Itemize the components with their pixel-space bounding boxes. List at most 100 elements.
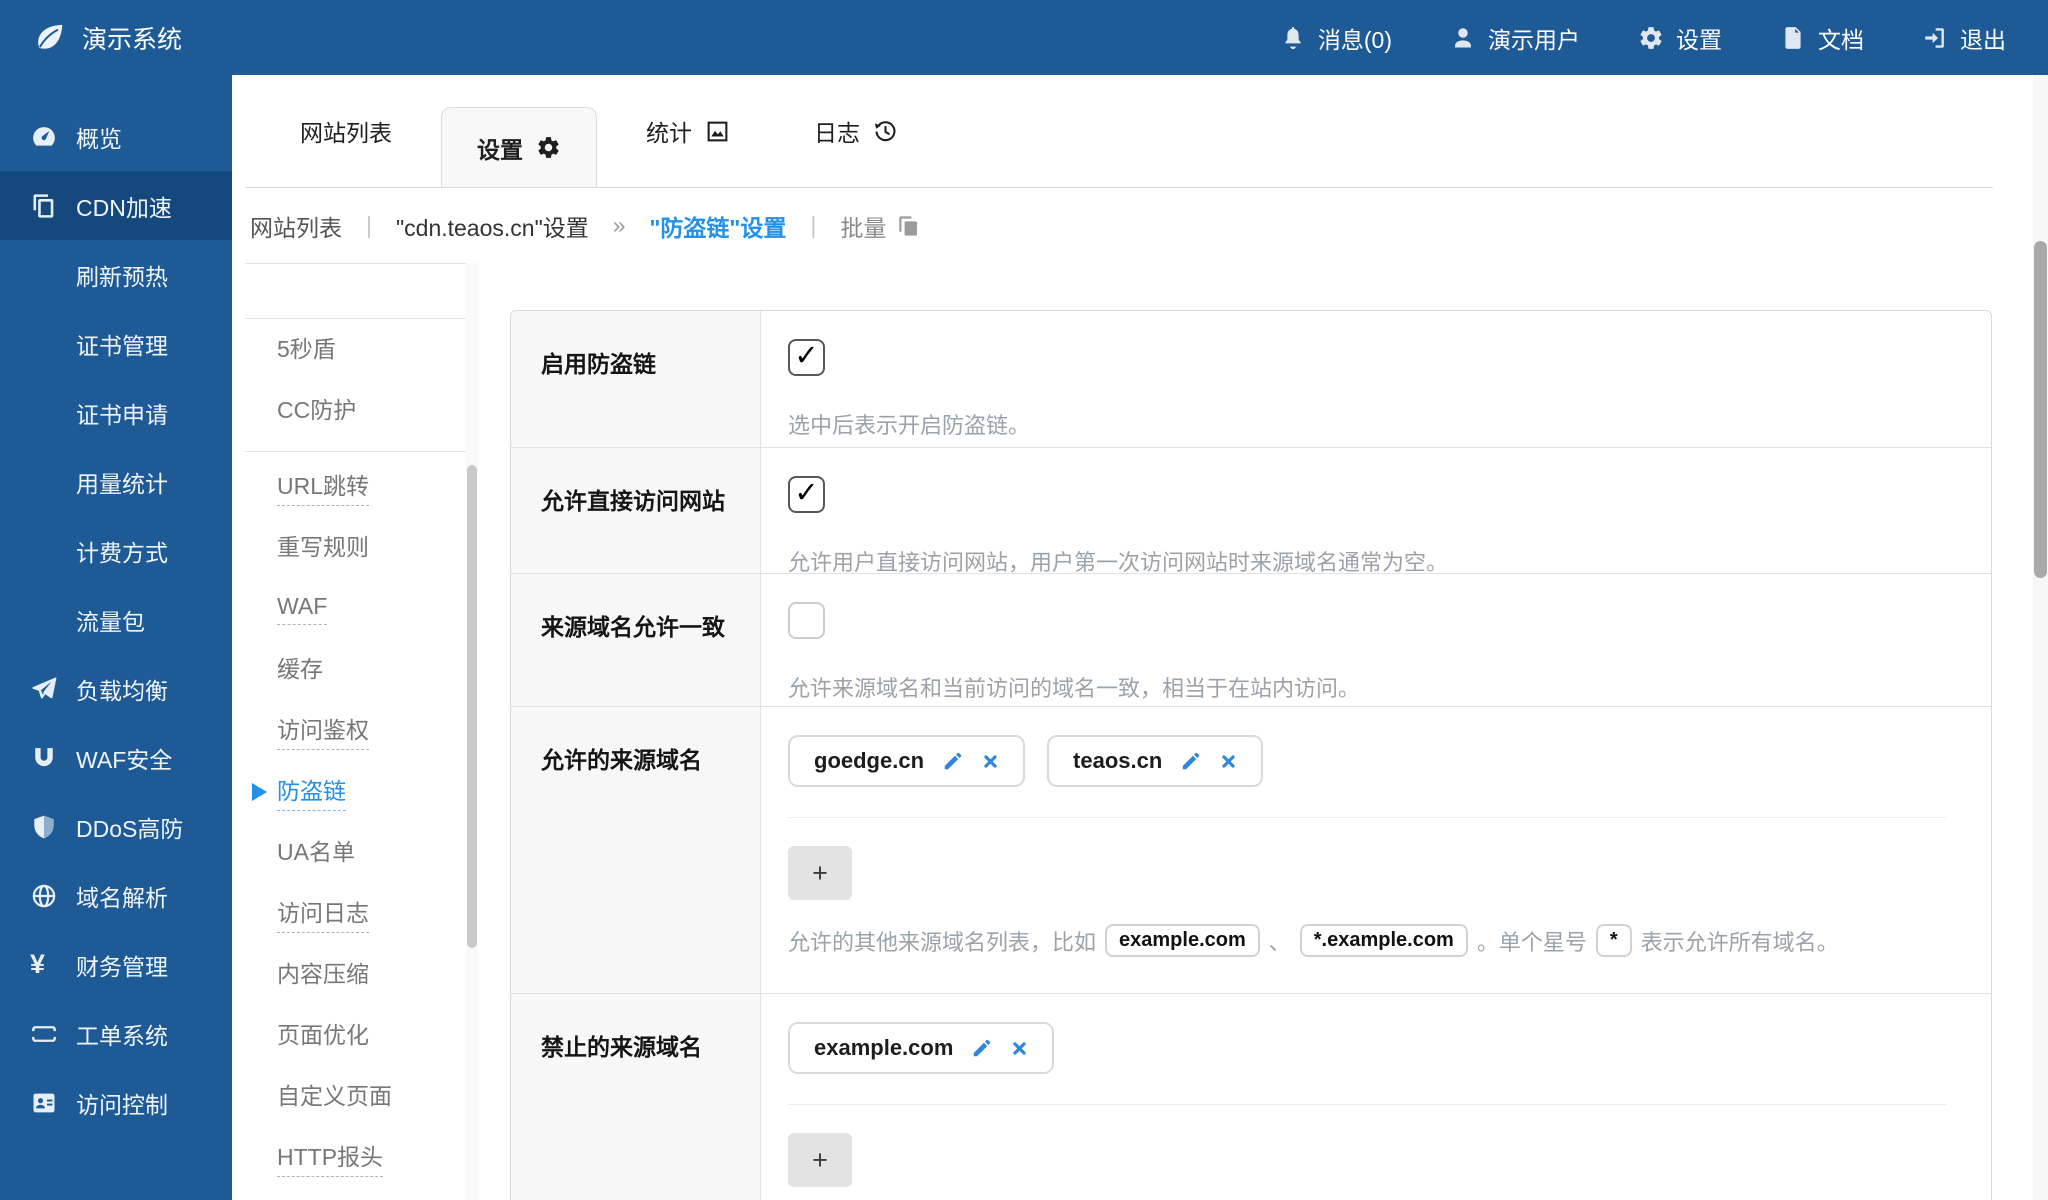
breadcrumb-separator: | — [366, 212, 372, 238]
breadcrumb-current[interactable]: "防盗链"设置 — [650, 209, 787, 243]
origin-tag-label: goedge.cn — [814, 748, 925, 773]
paper-plane-icon — [30, 675, 68, 703]
allow-direct-checkbox[interactable]: ✓ — [788, 476, 825, 513]
asterisk-badge: * — [1595, 924, 1632, 957]
menu-item-access-auth[interactable]: 访问鉴权 — [245, 700, 466, 761]
tab-statistics[interactable]: 统计 — [611, 75, 765, 187]
edit-icon[interactable] — [1180, 750, 1202, 772]
breadcrumb-site-list[interactable]: 网站列表 — [250, 209, 342, 243]
sidebar-item-waf[interactable]: WAF安全 — [0, 723, 232, 792]
brand-label: 演示系统 — [82, 25, 183, 54]
sidebar-item-label: 用量统计 — [76, 470, 168, 497]
add-denied-origin-button[interactable]: + — [788, 1133, 852, 1187]
topnav-settings[interactable]: 设置 — [1638, 21, 1722, 55]
menu-item-5s-shield[interactable]: 5秒盾 — [245, 319, 466, 380]
origin-tag: goedge.cn — [788, 735, 1026, 787]
sidebar-item-overview[interactable]: 概览 — [0, 102, 232, 171]
form-row-allowed-origins: 允许的来源域名 goedge.cn teaos.cn + 允许的其他来源域名列表… — [511, 707, 1991, 994]
topnav-messages[interactable]: 消息(0) — [1280, 21, 1392, 55]
sidebar-item-label: 负载均衡 — [76, 677, 168, 704]
copy-icon — [899, 215, 918, 236]
remove-icon[interactable] — [1220, 753, 1237, 770]
ticket-icon — [30, 1020, 68, 1048]
tab-label: 统计 — [646, 120, 692, 146]
remove-icon[interactable] — [982, 753, 999, 770]
brand[interactable]: 演示系统 — [0, 20, 182, 56]
breadcrumb-site-settings[interactable]: "cdn.teaos.cn"设置 — [396, 209, 589, 243]
row-content: example.com + — [761, 994, 1991, 1200]
menu-item-waf[interactable]: WAF — [245, 578, 466, 639]
topnav-label: 设置 — [1676, 26, 1722, 53]
topnav-user[interactable]: 演示用户 — [1450, 21, 1580, 55]
menu-item-url-redirect[interactable]: URL跳转 — [245, 456, 466, 517]
bell-icon — [1285, 26, 1301, 49]
sidebar-item-label: 概览 — [76, 125, 122, 152]
sidebar-item-traffic-package[interactable]: 流量包 — [0, 585, 232, 654]
menu-item-page-optimization[interactable]: 页面优化 — [245, 1005, 466, 1066]
remove-icon[interactable] — [1011, 1040, 1028, 1057]
sidebar-item-access-control[interactable]: 访问控制 — [0, 1068, 232, 1137]
menu-item-compression[interactable]: 内容压缩 — [245, 944, 466, 1005]
sidebar-item-cert-manage[interactable]: 证书管理 — [0, 309, 232, 378]
shield-icon — [30, 813, 68, 841]
sidebar-item-cert-apply[interactable]: 证书申请 — [0, 378, 232, 447]
sidebar-item-finance[interactable]: ¥ 财务管理 — [0, 930, 232, 999]
add-allowed-origin-button[interactable]: + — [788, 846, 852, 900]
tab-logs[interactable]: 日志 — [779, 75, 933, 187]
row-label: 允许的来源域名 — [511, 707, 761, 993]
topnav-logout[interactable]: 退出 — [1922, 21, 2006, 55]
sidebar-item-tickets[interactable]: 工单系统 — [0, 999, 232, 1068]
field-description: 允许用户直接访问网站，用户第一次访问网站时来源域名通常为空。 — [788, 550, 1449, 575]
menu-gap — [245, 264, 466, 318]
topnav: 消息(0) 演示用户 设置 文档 退出 — [1280, 21, 2048, 55]
breadcrumb-batch-button[interactable]: 批量 — [840, 209, 920, 243]
sidebar-item-label: 流量包 — [76, 608, 145, 635]
user-icon — [1455, 27, 1471, 48]
form-row-allow-same-origin: 来源域名允许一致 允许来源域名和当前访问的域名一致，相当于在站内访问。 — [511, 574, 1991, 707]
tab-settings[interactable]: 设置 — [441, 107, 597, 187]
topnav-label: 消息(0) — [1317, 26, 1392, 53]
row-label: 启用防盗链 — [511, 311, 761, 447]
menu-item-rewrite-rules[interactable]: 重写规则 — [245, 517, 466, 578]
breadcrumb-separator: | — [810, 212, 817, 238]
hotlink-settings-form: 启用防盗链 ✓ 选中后表示开启防盗链。 允许直接访问网站 ✓ 允许用户直接访问网… — [510, 310, 1992, 1200]
check-icon: ✓ — [794, 340, 819, 372]
yen-icon: ¥ — [30, 949, 46, 979]
sidebar-item-label: WAF安全 — [76, 746, 173, 773]
edit-icon[interactable] — [942, 750, 964, 772]
menu-item-ua-list[interactable]: UA名单 — [245, 822, 466, 883]
gauge-icon — [30, 123, 68, 151]
menu-item-custom-pages[interactable]: 自定义页面 — [245, 1066, 466, 1127]
sidebar-item-dns[interactable]: 域名解析 — [0, 861, 232, 930]
origin-tag: example.com — [788, 1022, 1055, 1074]
sidebar-item-refresh-preheat[interactable]: 刷新预热 — [0, 240, 232, 309]
menu-item-cache[interactable]: 缓存 — [245, 639, 466, 700]
topnav-docs[interactable]: 文档 — [1780, 21, 1864, 55]
menu-item-http-headers[interactable]: HTTP报头 — [245, 1127, 466, 1188]
page-scrollbar-thumb[interactable] — [2034, 241, 2047, 578]
sidebar-item-load-balancer[interactable]: 负载均衡 — [0, 654, 232, 723]
row-content: goedge.cn teaos.cn + 允许的其他来源域名列表，比如 exam… — [761, 707, 1991, 993]
menu-scrollbar-thumb[interactable] — [467, 465, 477, 948]
tab-site-list[interactable]: 网站列表 — [265, 75, 427, 187]
leaf-icon — [38, 24, 63, 49]
form-row-allow-direct: 允许直接访问网站 ✓ 允许用户直接访问网站，用户第一次访问网站时来源域名通常为空… — [511, 448, 1991, 575]
sidebar-item-label: 证书申请 — [76, 401, 168, 428]
plus-icon: + — [812, 1144, 828, 1175]
row-content: 允许来源域名和当前访问的域名一致，相当于在站内访问。 — [761, 574, 1991, 706]
allow-same-origin-checkbox[interactable] — [788, 602, 825, 639]
sidebar-item-ddos[interactable]: DDoS高防 — [0, 792, 232, 861]
sidebar-item-cdn[interactable]: CDN加速 — [0, 171, 232, 240]
menu-item-cc-protection[interactable]: CC防护 — [245, 380, 466, 441]
globe-icon — [30, 882, 68, 910]
menu-item-access-log[interactable]: 访问日志 — [245, 883, 466, 944]
menu-item-hotlink-protection[interactable]: 防盗链 — [245, 761, 466, 822]
tab-label: 网站列表 — [300, 120, 392, 146]
sidebar-item-billing[interactable]: 计费方式 — [0, 516, 232, 585]
sidebar-item-usage-stats[interactable]: 用量统计 — [0, 447, 232, 516]
sidebar-item-label: 证书管理 — [76, 332, 168, 359]
gear-icon — [1640, 26, 1662, 49]
edit-icon[interactable] — [971, 1037, 993, 1059]
allowed-origin-tags: goedge.cn teaos.cn — [788, 735, 1946, 787]
enable-hotlink-checkbox[interactable]: ✓ — [788, 339, 825, 376]
